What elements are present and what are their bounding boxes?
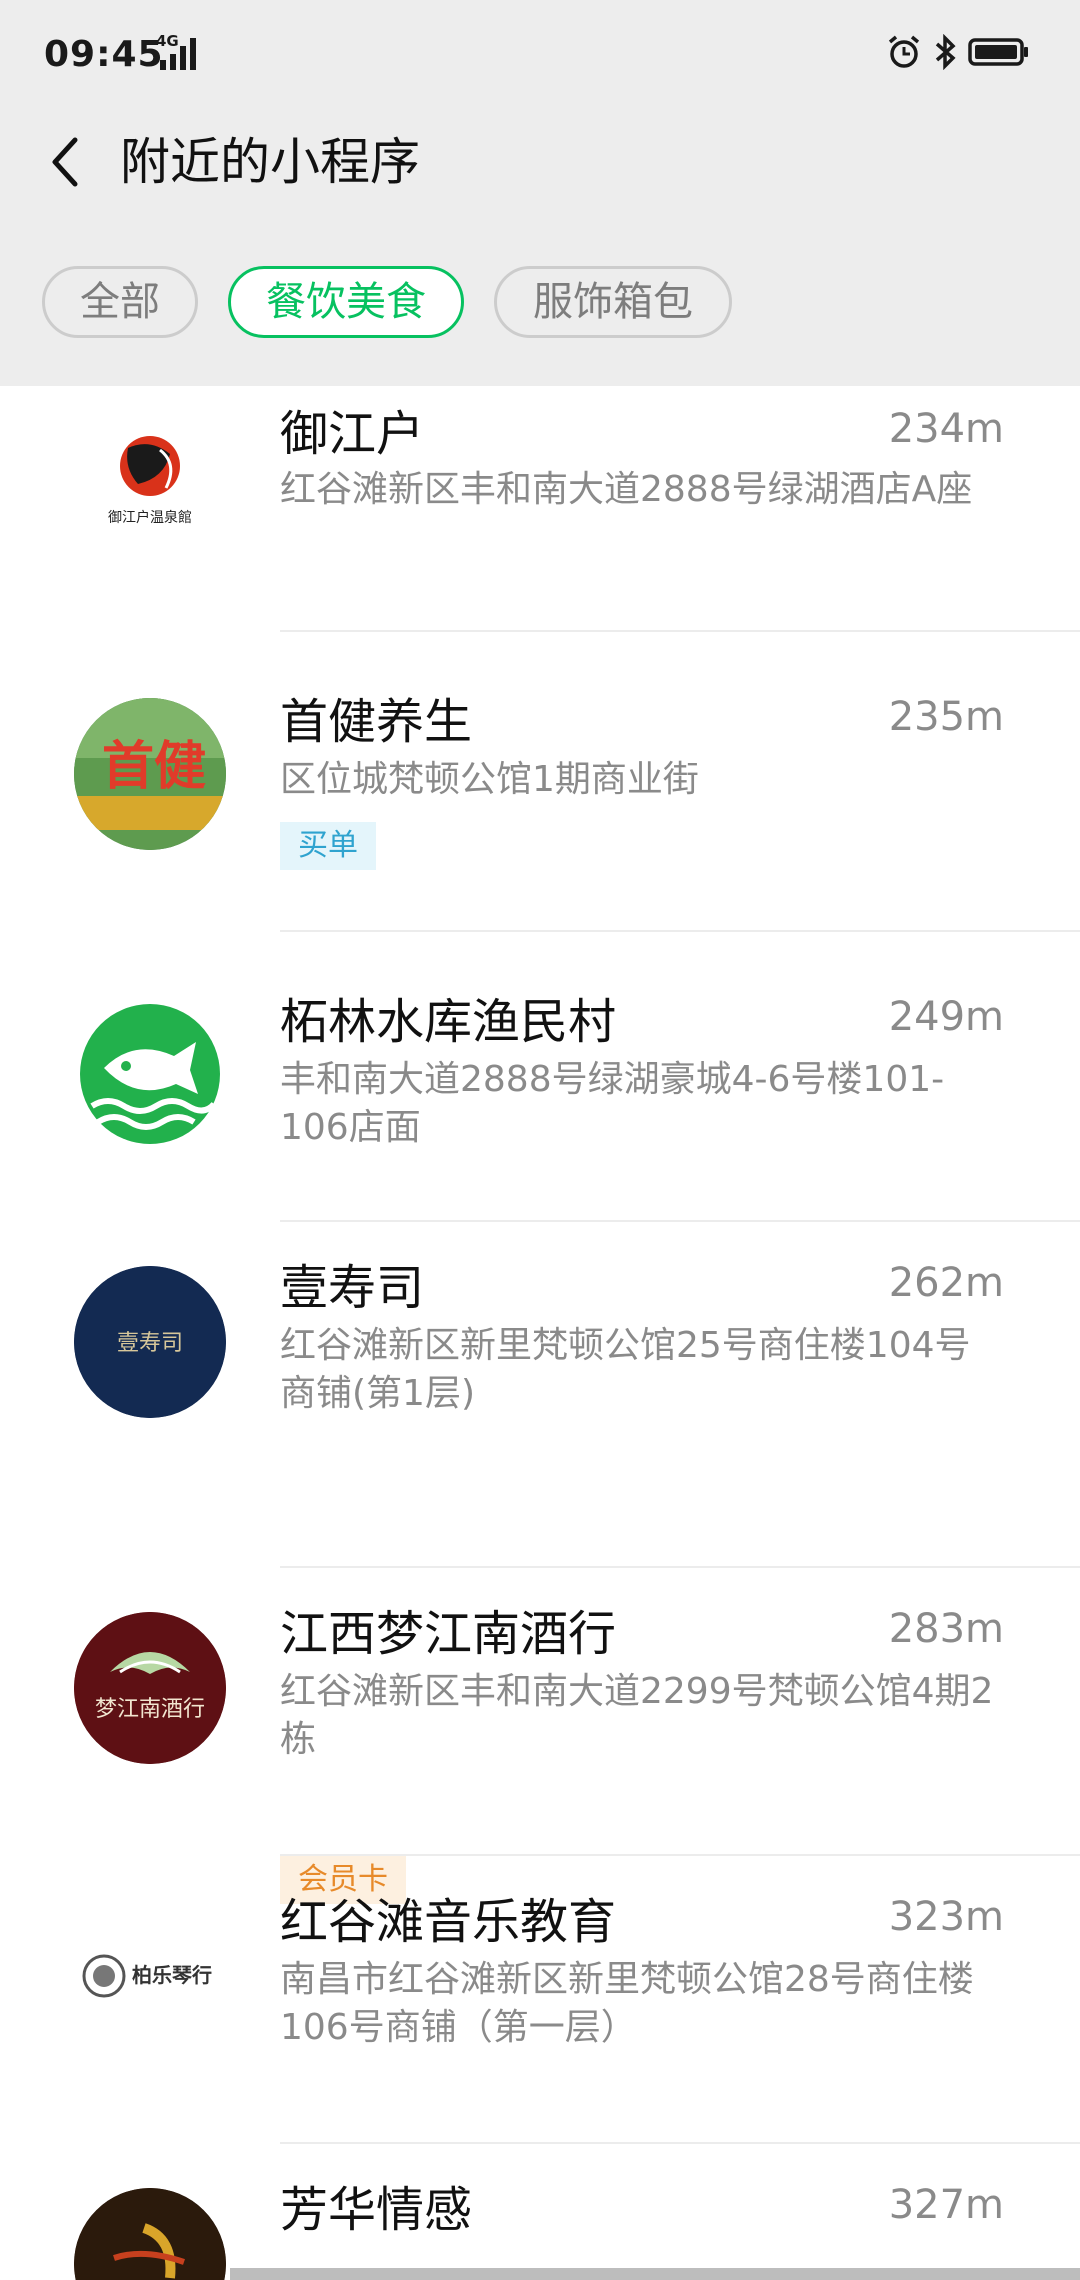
fish-logo-icon [74, 998, 226, 1150]
piano-logo-icon: 柏乐琴行 [74, 1900, 226, 2052]
mini-program-list: 御江户温泉館 御江户 234m 红谷滩新区丰和南大道2888号绿湖酒店A座 首健… [0, 386, 1080, 2280]
status-bar: 09:45 4G [0, 0, 1080, 110]
logo-text: 柏乐琴行 [132, 1963, 212, 1987]
item-address: 区位城梵顿公馆1期商业街 [280, 759, 699, 800]
item-name: 御江户 [280, 406, 425, 462]
logo-text: 御江户温泉館 [108, 509, 192, 526]
list-item[interactable]: 柏乐琴行 红谷滩音乐教育 323m 南昌市红谷滩新区新里梵顿公馆28号商住楼10… [0, 1856, 1080, 2144]
network-label: 4G [156, 32, 179, 50]
list-item[interactable]: 柘林水库渔民村 249m 丰和南大道2888号绿湖豪城4-6号楼101-106店… [0, 932, 1080, 1222]
fanghua-logo-icon [74, 2188, 226, 2280]
item-address: 红谷滩新区新里梵顿公馆25号商住楼104号商铺(第1层) [280, 1325, 971, 1414]
logo-text: 梦江南酒行 [95, 1697, 205, 1722]
bottom-toolbar [230, 2268, 1080, 2280]
tab-clothing[interactable]: 服饰箱包 [494, 266, 732, 338]
item-distance: 323m [888, 1894, 1004, 1940]
battery-icon [968, 37, 1030, 71]
item-name: 红谷滩音乐教育 [280, 1894, 617, 1950]
item-address: 红谷滩新区丰和南大道2299号梵顿公馆4期2栋 [280, 1671, 994, 1760]
list-item[interactable]: 御江户温泉館 御江户 234m 红谷滩新区丰和南大道2888号绿湖酒店A座 [0, 386, 1080, 632]
list-item[interactable]: 首健 首健养生 235m 区位城梵顿公馆1期商业街 买单 [0, 632, 1080, 932]
item-name: 芳华情感 [280, 2182, 473, 2238]
item-name: 江西梦江南酒行 [280, 1606, 617, 1662]
tab-food[interactable]: 餐饮美食 [228, 266, 464, 338]
item-name: 柘林水库渔民村 [280, 994, 617, 1050]
status-icons [886, 33, 1030, 74]
back-arrow-icon [52, 137, 78, 187]
list-item[interactable]: 梦江南酒行 江西梦江南酒行 283m 红谷滩新区丰和南大道2299号梵顿公馆4期… [0, 1568, 1080, 1856]
list-item[interactable]: 芳华情感 327m [0, 2144, 1080, 2280]
item-address: 红谷滩新区丰和南大道2888号绿湖酒店A座 [280, 469, 973, 510]
logo-text: 首健 [102, 736, 206, 797]
pay-badge: 买单 [280, 822, 376, 870]
bluetooth-icon [932, 33, 958, 74]
signal-icon: 4G [156, 32, 202, 72]
item-address: 丰和南大道2888号绿湖豪城4-6号楼101-106店面 [280, 1059, 945, 1148]
item-address: 南昌市红谷滩新区新里梵顿公馆28号商住楼106号商铺（第一层） [280, 1959, 974, 2048]
nav-bar: 附近的小程序 [0, 110, 1080, 270]
item-name: 首健养生 [280, 694, 473, 750]
back-button[interactable] [30, 122, 100, 202]
tab-all[interactable]: 全部 [42, 266, 198, 338]
item-distance: 234m [888, 406, 1004, 452]
item-distance: 249m [888, 994, 1004, 1040]
item-distance: 262m [888, 1260, 1004, 1306]
wine-logo-icon: 梦江南酒行 [74, 1612, 226, 1764]
page-title: 附近的小程序 [120, 133, 420, 191]
item-distance: 327m [888, 2182, 1004, 2228]
item-name: 壹寿司 [280, 1260, 425, 1316]
list-item[interactable]: 壹寿司 壹寿司 262m 红谷滩新区新里梵顿公馆25号商住楼104号商铺(第1层… [0, 1222, 1080, 1904]
logo-text: 壹寿司 [117, 1331, 183, 1356]
item-distance: 283m [888, 1606, 1004, 1652]
status-time: 09:45 [44, 34, 164, 75]
yujianghu-logo-icon: 御江户温泉館 [74, 408, 226, 560]
category-tabs: 全部 餐饮美食 服饰箱包 [0, 262, 1080, 348]
alarm-icon [886, 34, 922, 74]
shoujian-logo-icon: 首健 [74, 698, 226, 850]
item-distance: 235m [888, 694, 1004, 740]
sushi-logo-icon: 壹寿司 [74, 1266, 226, 1418]
header: 09:45 4G 附近的小程序 全部 餐饮美食 服饰箱包 [0, 0, 1080, 386]
